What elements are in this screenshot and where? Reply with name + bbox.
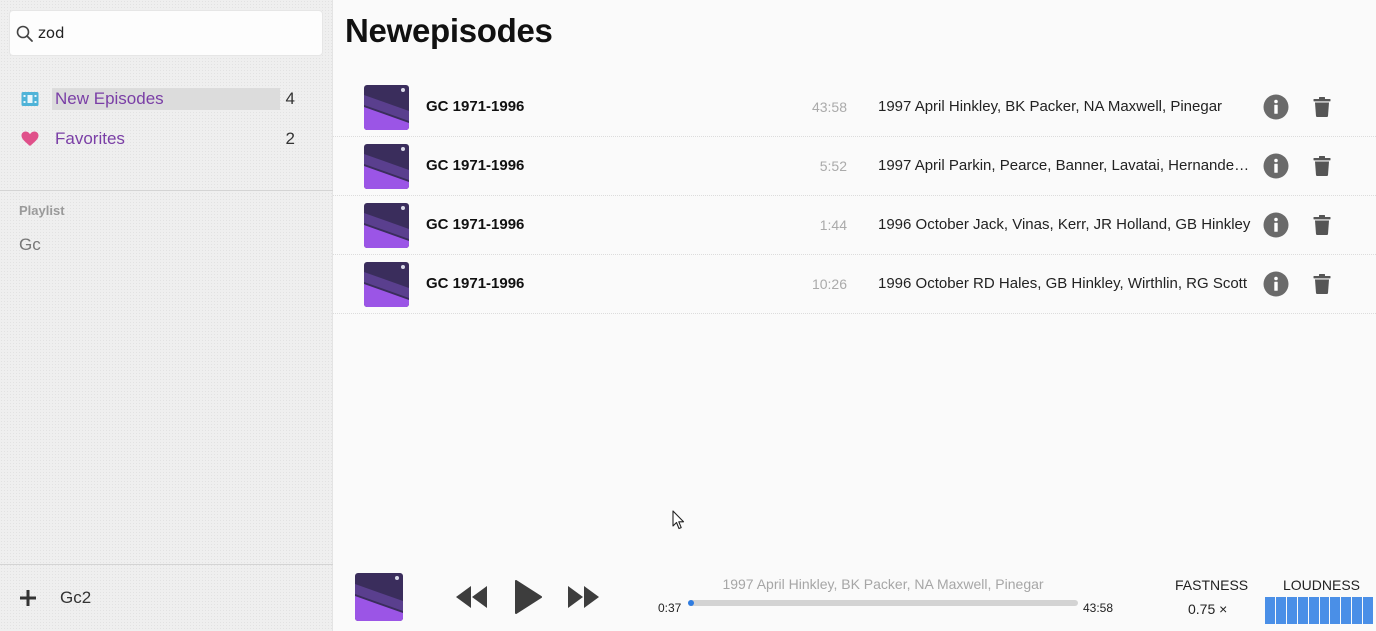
- search-box[interactable]: [9, 10, 323, 56]
- sidebar: New Episodes 4 Favorites 2 Playlist Gc: [0, 0, 333, 631]
- volume-segment[interactable]: [1275, 597, 1286, 624]
- episode-row[interactable]: GC 1971-1996 5:52 1997 April Parkin, Pea…: [333, 137, 1376, 196]
- volume-control[interactable]: [1265, 597, 1374, 624]
- heart-icon: [21, 131, 39, 146]
- episode-duration: 1:44: [819, 217, 847, 233]
- info-icon[interactable]: [1263, 271, 1289, 297]
- playlist-item-gc[interactable]: Gc: [19, 235, 41, 255]
- episode-duration: 43:58: [811, 99, 847, 115]
- trash-icon[interactable]: [1313, 156, 1331, 176]
- episode-podcast-name: GC 1971-1996: [426, 216, 525, 233]
- sidebar-item-count: 4: [285, 89, 295, 108]
- episode-list: GC 1971-1996 43:58 1997 April Hinkley, B…: [333, 78, 1376, 314]
- trash-icon[interactable]: [1313, 274, 1331, 294]
- new-episodes-icon: [21, 92, 39, 106]
- episode-duration: 5:52: [819, 158, 847, 174]
- volume-segment[interactable]: [1308, 597, 1319, 624]
- trash-icon[interactable]: [1313, 97, 1331, 117]
- volume-label: LOUDNESS: [1283, 577, 1361, 593]
- sidebar-item-count: 2: [285, 129, 295, 148]
- speed-label: FASTNESS: [1175, 577, 1249, 593]
- progress-fill: [688, 600, 694, 606]
- page-title: Newepisodes: [345, 12, 553, 49]
- episode-duration: 10:26: [811, 276, 847, 292]
- sidebar-item-label: New Episodes: [55, 89, 164, 108]
- volume-segment[interactable]: [1319, 597, 1330, 624]
- sidebar-divider: [0, 564, 333, 565]
- sidebar-divider: [0, 190, 333, 191]
- volume-segment[interactable]: [1330, 597, 1341, 624]
- podcast-artwork: [364, 262, 409, 307]
- search-icon: [16, 25, 33, 42]
- new-playlist-input[interactable]: [60, 586, 310, 610]
- episode-title: 1997 April Parkin, Pearce, Banner, Lavat…: [878, 157, 1252, 174]
- playlist-heading: Playlist: [19, 203, 65, 218]
- now-playing-title: 1997 April Hinkley, BK Packer, NA Maxwel…: [722, 576, 1044, 592]
- search-input[interactable]: [38, 21, 308, 45]
- mouse-cursor-icon: [672, 510, 685, 530]
- volume-segment[interactable]: [1363, 597, 1374, 624]
- episode-title: 1996 October Jack, Vinas, Kerr, JR Holla…: [878, 216, 1251, 233]
- volume-segment[interactable]: [1297, 597, 1308, 624]
- info-icon[interactable]: [1263, 212, 1289, 238]
- volume-segment[interactable]: [1286, 597, 1297, 624]
- add-playlist-button[interactable]: [17, 587, 39, 609]
- episode-podcast-name: GC 1971-1996: [426, 98, 525, 115]
- elapsed-time: 0:37: [658, 601, 682, 615]
- podcast-artwork: [364, 203, 409, 248]
- podcast-artwork: [364, 144, 409, 189]
- sidebar-item-label: Favorites: [55, 129, 125, 148]
- volume-segment[interactable]: [1341, 597, 1352, 624]
- trash-icon[interactable]: [1313, 215, 1331, 235]
- episode-title: 1996 October RD Hales, GB Hinkley, Wirth…: [878, 275, 1248, 292]
- sidebar-item-favorites[interactable]: Favorites 2: [0, 124, 333, 154]
- podcast-artwork: [364, 85, 409, 130]
- speed-control[interactable]: 0.75 ×: [1188, 601, 1227, 617]
- rewind-icon[interactable]: [456, 586, 488, 608]
- play-icon[interactable]: [514, 580, 542, 614]
- progress-bar[interactable]: [688, 600, 1078, 606]
- fast-forward-icon[interactable]: [567, 586, 599, 608]
- total-time: 43:58: [1083, 601, 1114, 615]
- episode-podcast-name: GC 1971-1996: [426, 275, 525, 292]
- sidebar-item-new-episodes[interactable]: New Episodes 4: [0, 84, 333, 114]
- episode-row[interactable]: GC 1971-1996 10:26 1996 October RD Hales…: [333, 255, 1376, 314]
- episode-row[interactable]: GC 1971-1996 1:44 1996 October Jack, Vin…: [333, 196, 1376, 255]
- info-icon[interactable]: [1263, 153, 1289, 179]
- episode-row[interactable]: GC 1971-1996 43:58 1997 April Hinkley, B…: [333, 78, 1376, 137]
- episode-title: 1997 April Hinkley, BK Packer, NA Maxwel…: [878, 98, 1223, 115]
- episode-podcast-name: GC 1971-1996: [426, 157, 525, 174]
- info-icon[interactable]: [1263, 94, 1289, 120]
- volume-segment[interactable]: [1265, 597, 1275, 624]
- now-playing-artwork: [355, 573, 403, 621]
- volume-segment[interactable]: [1352, 597, 1363, 624]
